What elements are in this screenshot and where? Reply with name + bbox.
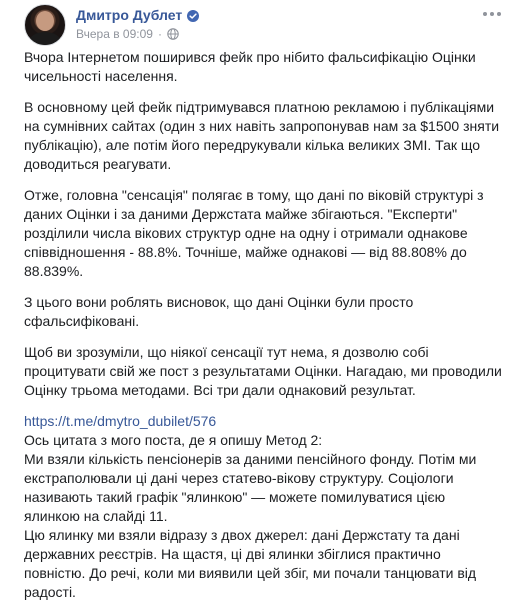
post-body: Вчора Інтернетом поширився фейк про ніби…	[24, 48, 504, 602]
more-options-button[interactable]	[480, 6, 504, 22]
post-header: Дмитро Дублет Вчера в 09:09 ·	[14, 4, 510, 46]
author-name[interactable]: Дмитро Дублет	[76, 7, 182, 23]
post-timestamp[interactable]: Вчера в 09:09	[76, 27, 153, 41]
author-avatar[interactable]	[24, 4, 66, 46]
post-paragraph: Ось цитата з мого поста, де я опишу Мето…	[24, 432, 323, 448]
post-paragraph: З цього вони роблять висновок, що дані О…	[24, 294, 414, 329]
more-dot-icon	[497, 12, 501, 16]
globe-icon[interactable]	[167, 28, 179, 40]
avatar-shirt	[29, 32, 61, 45]
post-paragraph: Цю ялинку ми взяли відразу з двох джерел…	[24, 527, 477, 600]
post-paragraph: В основному цей фейк підтримувався платн…	[24, 99, 500, 172]
telegram-post-link[interactable]: https://t.me/dmytro_dubilet/576	[24, 413, 216, 429]
meta-separator: ·	[157, 27, 162, 41]
post-paragraph: Вчора Інтернетом поширився фейк про ніби…	[24, 49, 476, 84]
post-paragraph: Отже, головна "сенсація" полягає в тому,…	[24, 187, 484, 279]
post-link-line: https://t.me/dmytro_dubilet/576	[24, 412, 504, 431]
verified-badge-icon	[187, 9, 200, 22]
more-dot-icon	[490, 12, 494, 16]
more-dot-icon	[483, 12, 487, 16]
post-paragraph: Щоб ви зрозуміли, що ніякої сенсації тут…	[24, 344, 502, 398]
author-name-row: Дмитро Дублет	[76, 7, 200, 23]
avatar-face	[36, 11, 54, 31]
post-card: Дмитро Дублет Вчера в 09:09 · Вчора Інте…	[0, 0, 524, 600]
post-meta: Вчера в 09:09 ·	[76, 27, 179, 41]
post-paragraph: Ми взяли кількість пенсіонерів за даними…	[24, 451, 477, 524]
